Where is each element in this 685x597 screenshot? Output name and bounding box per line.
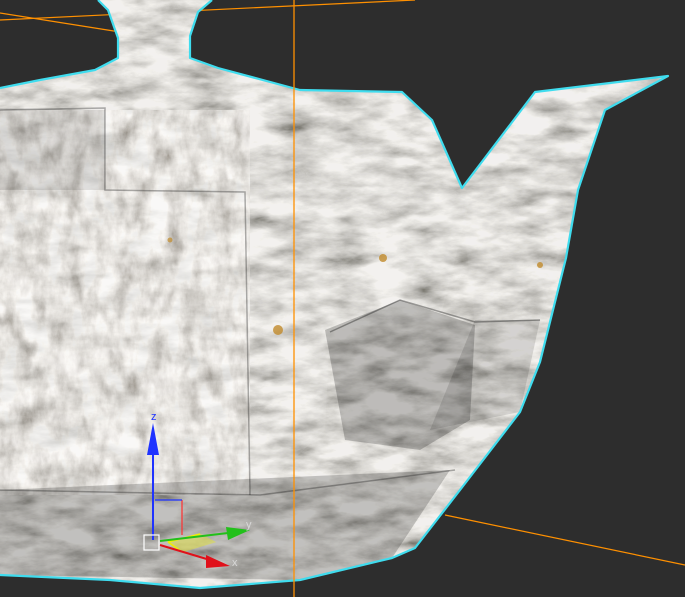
gizmo-x-label: x — [232, 557, 238, 569]
viewport-perspective[interactable]: z y x — [0, 0, 685, 597]
gizmo-y-label: y — [246, 519, 252, 531]
viewport-canvas[interactable]: z y x — [0, 0, 685, 597]
gizmo-z-label: z — [151, 411, 157, 423]
